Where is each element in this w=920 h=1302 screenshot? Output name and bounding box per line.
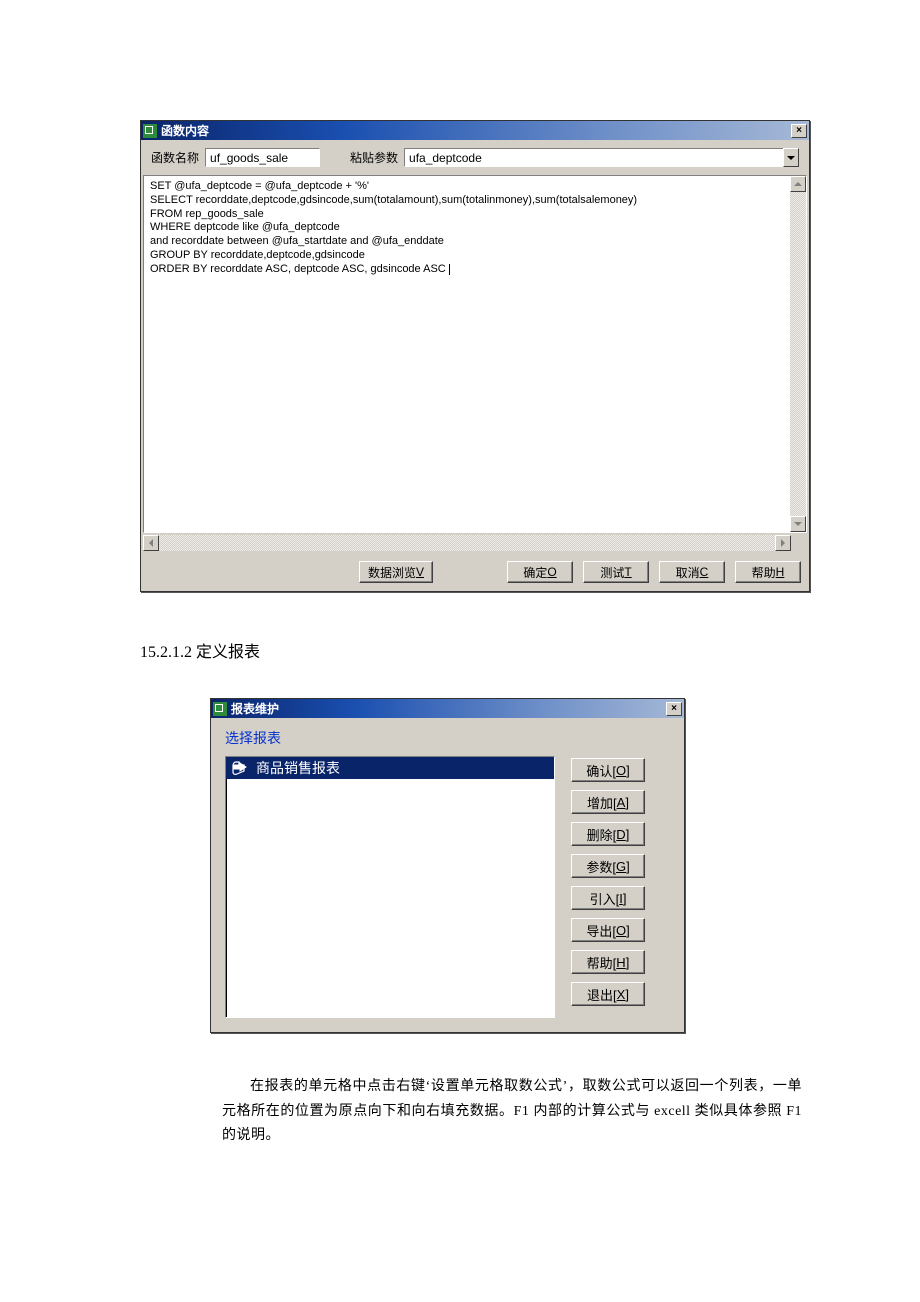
param-button[interactable]: 参数[G] <box>571 854 645 878</box>
close-icon[interactable]: × <box>666 702 682 716</box>
app-icon <box>143 124 157 138</box>
cancel-button[interactable]: 取消 C <box>659 561 725 583</box>
add-button[interactable]: 增加[A] <box>571 790 645 814</box>
help2-button[interactable]: 帮助[H] <box>571 950 645 974</box>
function-name-label: 函数名称 <box>151 149 199 166</box>
ok-button[interactable]: 确定 O <box>507 561 573 583</box>
scroll-up-icon[interactable] <box>790 176 806 192</box>
report-maintain-dialog: 报表维护 × 选择报表 商品销售报表 确认[O] 增加[A] 删 <box>210 698 685 1033</box>
app-icon <box>213 702 227 716</box>
help-button[interactable]: 帮助 H <box>735 561 801 583</box>
dialog2-title: 报表维护 <box>231 700 279 717</box>
dialog1-title: 函数内容 <box>161 122 209 139</box>
vertical-scrollbar[interactable] <box>790 176 806 532</box>
horizontal-scrollbar[interactable] <box>143 535 791 551</box>
dialog2-titlebar[interactable]: 报表维护 × <box>211 699 684 718</box>
sql-editor-wrap: SET @ufa_deptcode = @ufa_deptcode + '%' … <box>143 175 807 533</box>
paste-param-input[interactable] <box>404 148 784 167</box>
exit-button[interactable]: 退出[X] <box>571 982 645 1006</box>
list-item-label: 商品销售报表 <box>256 758 340 778</box>
sql-editor[interactable]: SET @ufa_deptcode = @ufa_deptcode + '%' … <box>144 176 790 532</box>
scroll-left-icon[interactable] <box>143 535 159 551</box>
import-button[interactable]: 引入[I] <box>571 886 645 910</box>
pointer-hand-icon <box>230 759 250 777</box>
data-browse-button[interactable]: 数据浏览 V <box>359 561 433 583</box>
paste-param-combo[interactable] <box>404 148 799 167</box>
body-paragraph: 在报表的单元格中点击右键‘设置单元格取数公式’，取数公式可以返回一个列表，一单元… <box>222 1075 802 1149</box>
function-name-input[interactable] <box>205 148 320 167</box>
test-button[interactable]: 测试 T <box>583 561 649 583</box>
paste-param-label: 粘贴参数 <box>350 149 398 166</box>
close-icon[interactable]: × <box>791 124 807 138</box>
scroll-track[interactable] <box>790 192 806 516</box>
dialog2-button-column: 确认[O] 增加[A] 删除[D] 参数[G] 引入[I] 导出[O] 帮助[H… <box>571 756 645 1018</box>
section-heading: 15.2.1.2 定义报表 <box>140 638 780 662</box>
export-button[interactable]: 导出[O] <box>571 918 645 942</box>
report-listbox[interactable]: 商品销售报表 <box>225 756 555 1018</box>
dialog1-footer: 数据浏览 V 确定 O 测试 T 取消 C 帮助 H <box>141 553 809 591</box>
chevron-down-icon[interactable] <box>783 148 799 167</box>
dialog1-titlebar[interactable]: 函数内容 × <box>141 121 809 140</box>
scroll-corner <box>791 535 807 551</box>
confirm-button[interactable]: 确认[O] <box>571 758 645 782</box>
list-item[interactable]: 商品销售报表 <box>226 757 554 779</box>
scroll-track-h[interactable] <box>159 535 775 551</box>
select-report-label: 选择报表 <box>225 728 670 748</box>
scroll-right-icon[interactable] <box>775 535 791 551</box>
dialog1-toolbar: 函数名称 粘贴参数 <box>141 140 809 175</box>
function-content-dialog: 函数内容 × 函数名称 粘贴参数 SET @ufa_deptcode = @uf… <box>140 120 810 592</box>
scroll-down-icon[interactable] <box>790 516 806 532</box>
delete-button[interactable]: 删除[D] <box>571 822 645 846</box>
